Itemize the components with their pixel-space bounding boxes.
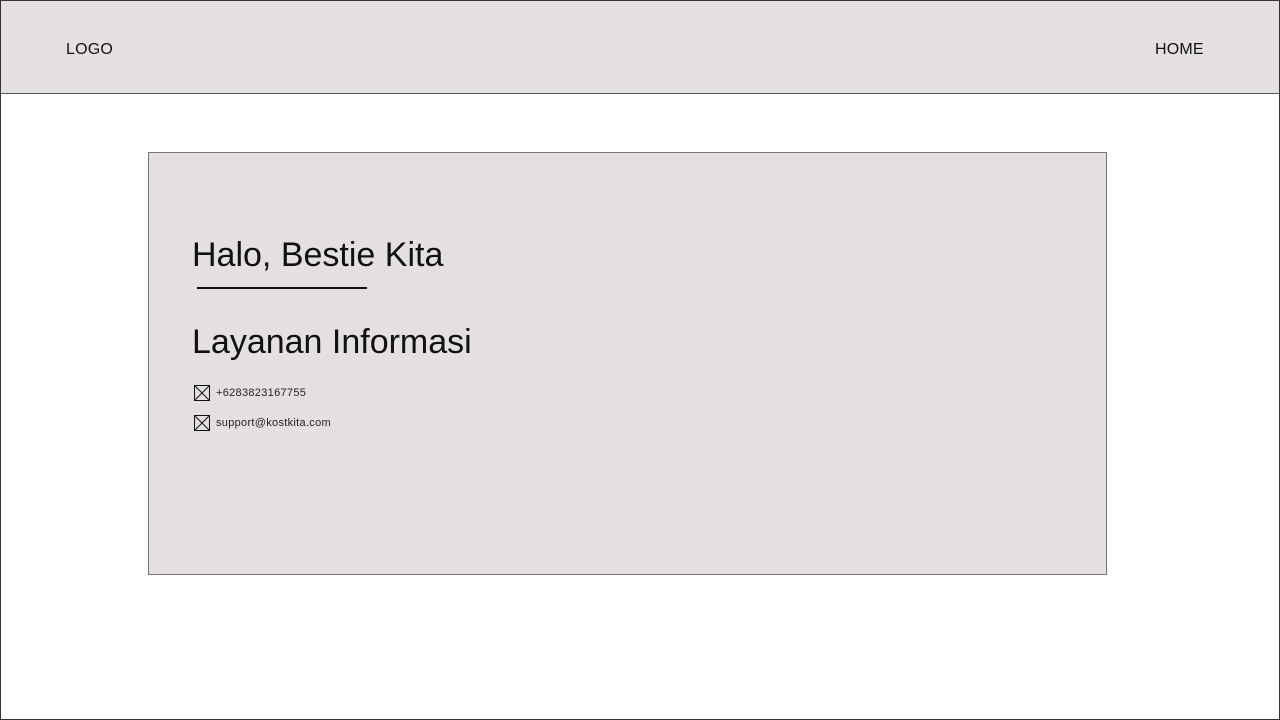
nav-home-link[interactable]: HOME bbox=[1155, 41, 1204, 59]
image-placeholder-icon bbox=[194, 385, 210, 401]
info-card: Halo, Bestie Kita Layanan Informasi +628… bbox=[148, 152, 1107, 575]
contact-phone-row: +6283823167755 bbox=[194, 385, 306, 401]
page-frame: LOGO HOME Halo, Bestie Kita Layanan Info… bbox=[0, 0, 1280, 720]
contact-email-row: support@kostkita.com bbox=[194, 415, 331, 431]
section-title: Layanan Informasi bbox=[192, 323, 472, 361]
contact-email-text[interactable]: support@kostkita.com bbox=[216, 415, 331, 431]
top-header: LOGO HOME bbox=[1, 1, 1279, 94]
greeting-underline bbox=[197, 287, 367, 289]
greeting-heading: Halo, Bestie Kita bbox=[192, 236, 444, 274]
image-placeholder-icon bbox=[194, 415, 210, 431]
logo[interactable]: LOGO bbox=[66, 41, 113, 59]
contact-phone-text[interactable]: +6283823167755 bbox=[216, 385, 306, 401]
